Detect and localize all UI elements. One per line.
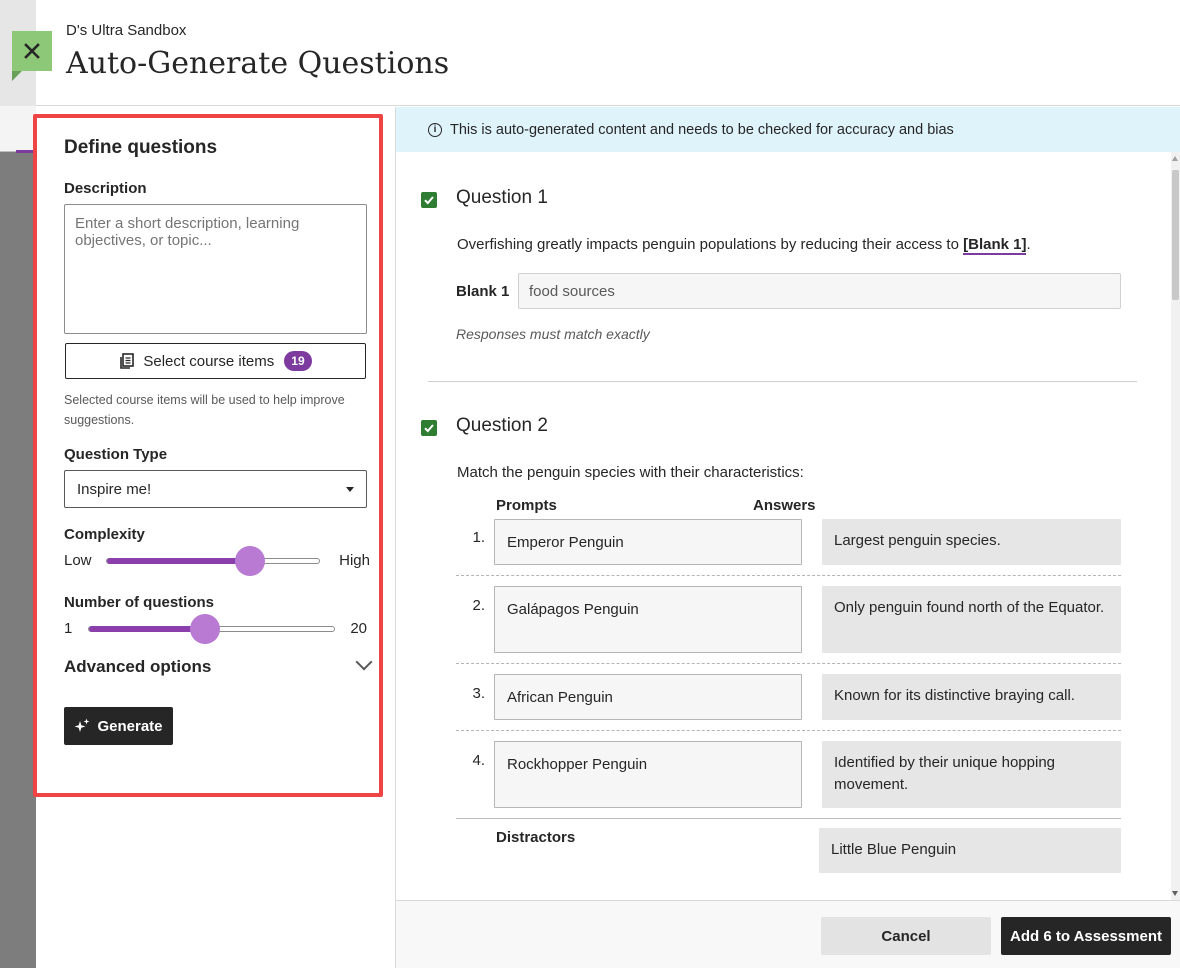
pair-separator — [456, 575, 1121, 576]
ai-content-notice: i This is auto-generated content and nee… — [396, 107, 1180, 152]
checkmark-icon — [424, 424, 434, 433]
complexity-label: Complexity — [64, 526, 145, 543]
question-type-label: Question Type — [64, 446, 168, 463]
close-panel-button[interactable] — [12, 31, 52, 81]
select-course-items-button[interactable]: Select course items 19 — [65, 343, 366, 379]
generated-questions-list: Question 1 Overfishing greatly impacts p… — [396, 152, 1171, 900]
pair-separator — [456, 730, 1121, 731]
prompts-header: Prompts — [496, 497, 557, 514]
close-icon — [24, 43, 40, 59]
prompt-field[interactable]: Emperor Penguin — [494, 519, 802, 565]
complexity-slider-thumb[interactable] — [235, 546, 265, 576]
number-max-label: 20 — [350, 619, 367, 637]
question-2-title: Question 2 — [456, 415, 548, 436]
question-1-text-after: . — [1026, 236, 1031, 253]
answer-field[interactable]: Identified by their unique hopping movem… — [822, 741, 1121, 808]
pair-separator — [456, 663, 1121, 664]
form-heading: Define questions — [64, 137, 218, 158]
chevron-down-icon — [355, 653, 373, 671]
match-exactly-note: Responses must match exactly — [456, 326, 650, 342]
complexity-slider-fill — [107, 558, 250, 564]
answer-field[interactable]: Known for its distinctive braying call. — [822, 674, 1121, 720]
checkmark-icon — [424, 196, 434, 205]
number-of-questions-label: Number of questions — [64, 594, 215, 611]
description-input[interactable] — [64, 204, 367, 334]
sparkle-icon — [74, 718, 90, 732]
answer-field[interactable]: Largest penguin species. — [822, 519, 1121, 565]
question-1-text-before: Overfishing greatly impacts penguin popu… — [457, 236, 964, 253]
number-of-questions-slider-thumb[interactable] — [190, 614, 220, 644]
question-2-text: Match the penguin species with their cha… — [457, 464, 804, 481]
add-to-assessment-button[interactable]: Add 6 to Assessment — [1001, 917, 1171, 955]
blank-1-answer-field[interactable]: food sources — [518, 273, 1121, 309]
course-name: D's Ultra Sandbox — [66, 22, 187, 39]
number-min-label: 1 — [64, 619, 73, 637]
question-1-checkbox[interactable] — [421, 192, 437, 208]
question-divider — [428, 381, 1137, 382]
prompt-field[interactable]: African Penguin — [494, 674, 802, 720]
question-2-checkbox[interactable] — [421, 420, 437, 436]
complexity-slider-row: Low High — [64, 546, 370, 576]
question-1-title: Question 1 — [456, 187, 548, 208]
define-questions-form: Define questions Description Select cour… — [33, 107, 396, 968]
course-items-helper-text: Selected course items will be used to he… — [64, 393, 345, 427]
page-title: Auto-Generate Questions — [66, 46, 450, 81]
scroll-up-arrow-icon[interactable] — [1172, 156, 1178, 161]
number-of-questions-slider[interactable] — [88, 614, 335, 644]
question-type-value: Inspire me! — [77, 480, 152, 498]
distractors-label: Distractors — [496, 829, 576, 846]
pair-number: 3. — [472, 685, 485, 702]
blank-1-label: Blank 1 — [456, 283, 510, 300]
info-icon: i — [428, 122, 442, 137]
description-label: Description — [64, 180, 147, 197]
blank-1-reference[interactable]: [Blank 1] — [963, 236, 1027, 255]
notice-text: This is auto-generated content and needs… — [450, 121, 954, 138]
panel-footer: Cancel Add 6 to Assessment — [396, 900, 1180, 968]
generate-label: Generate — [97, 717, 163, 735]
pair-number: 4. — [472, 752, 485, 769]
number-of-questions-slider-fill — [89, 626, 205, 632]
question-1-text: Overfishing greatly impacts penguin popu… — [457, 236, 1031, 255]
cancel-button[interactable]: Cancel — [821, 917, 991, 955]
complexity-high-label: High — [339, 551, 370, 569]
content-scrollbar[interactable] — [1171, 152, 1180, 900]
distractors-separator — [456, 818, 1121, 819]
scroll-down-arrow-icon[interactable] — [1172, 891, 1178, 896]
complexity-low-label: Low — [64, 551, 92, 569]
generate-button[interactable]: Generate — [64, 707, 173, 745]
answer-field[interactable]: Only penguin found north of the Equator. — [822, 586, 1121, 653]
documents-icon — [120, 353, 135, 369]
select-course-items-label: Select course items — [143, 352, 275, 370]
backdrop-tab-bar — [0, 106, 36, 152]
number-of-questions-slider-row: 1 20 — [64, 614, 367, 644]
advanced-options-toggle[interactable]: Advanced options — [64, 653, 373, 681]
panel-header: D's Ultra Sandbox Auto-Generate Question… — [36, 0, 1180, 106]
pair-number: 2. — [472, 597, 485, 614]
auto-generate-panel: D's Ultra Sandbox Auto-Generate Question… — [33, 0, 1180, 968]
page-backdrop — [0, 0, 36, 968]
course-items-count-badge: 19 — [284, 351, 312, 371]
answers-header: Answers — [753, 497, 816, 514]
scrollbar-thumb[interactable] — [1172, 170, 1179, 300]
question-type-select[interactable]: Inspire me! — [64, 470, 367, 508]
prompt-field[interactable]: Galápagos Penguin — [494, 586, 802, 653]
prompt-field[interactable]: Rockhopper Penguin — [494, 741, 802, 808]
caret-down-icon — [346, 487, 354, 492]
advanced-options-label: Advanced options — [64, 657, 212, 676]
distractor-field[interactable]: Little Blue Penguin — [819, 828, 1121, 873]
complexity-slider[interactable] — [106, 546, 320, 576]
pair-number: 1. — [472, 529, 485, 546]
backdrop-active-tab-indicator — [16, 150, 36, 153]
